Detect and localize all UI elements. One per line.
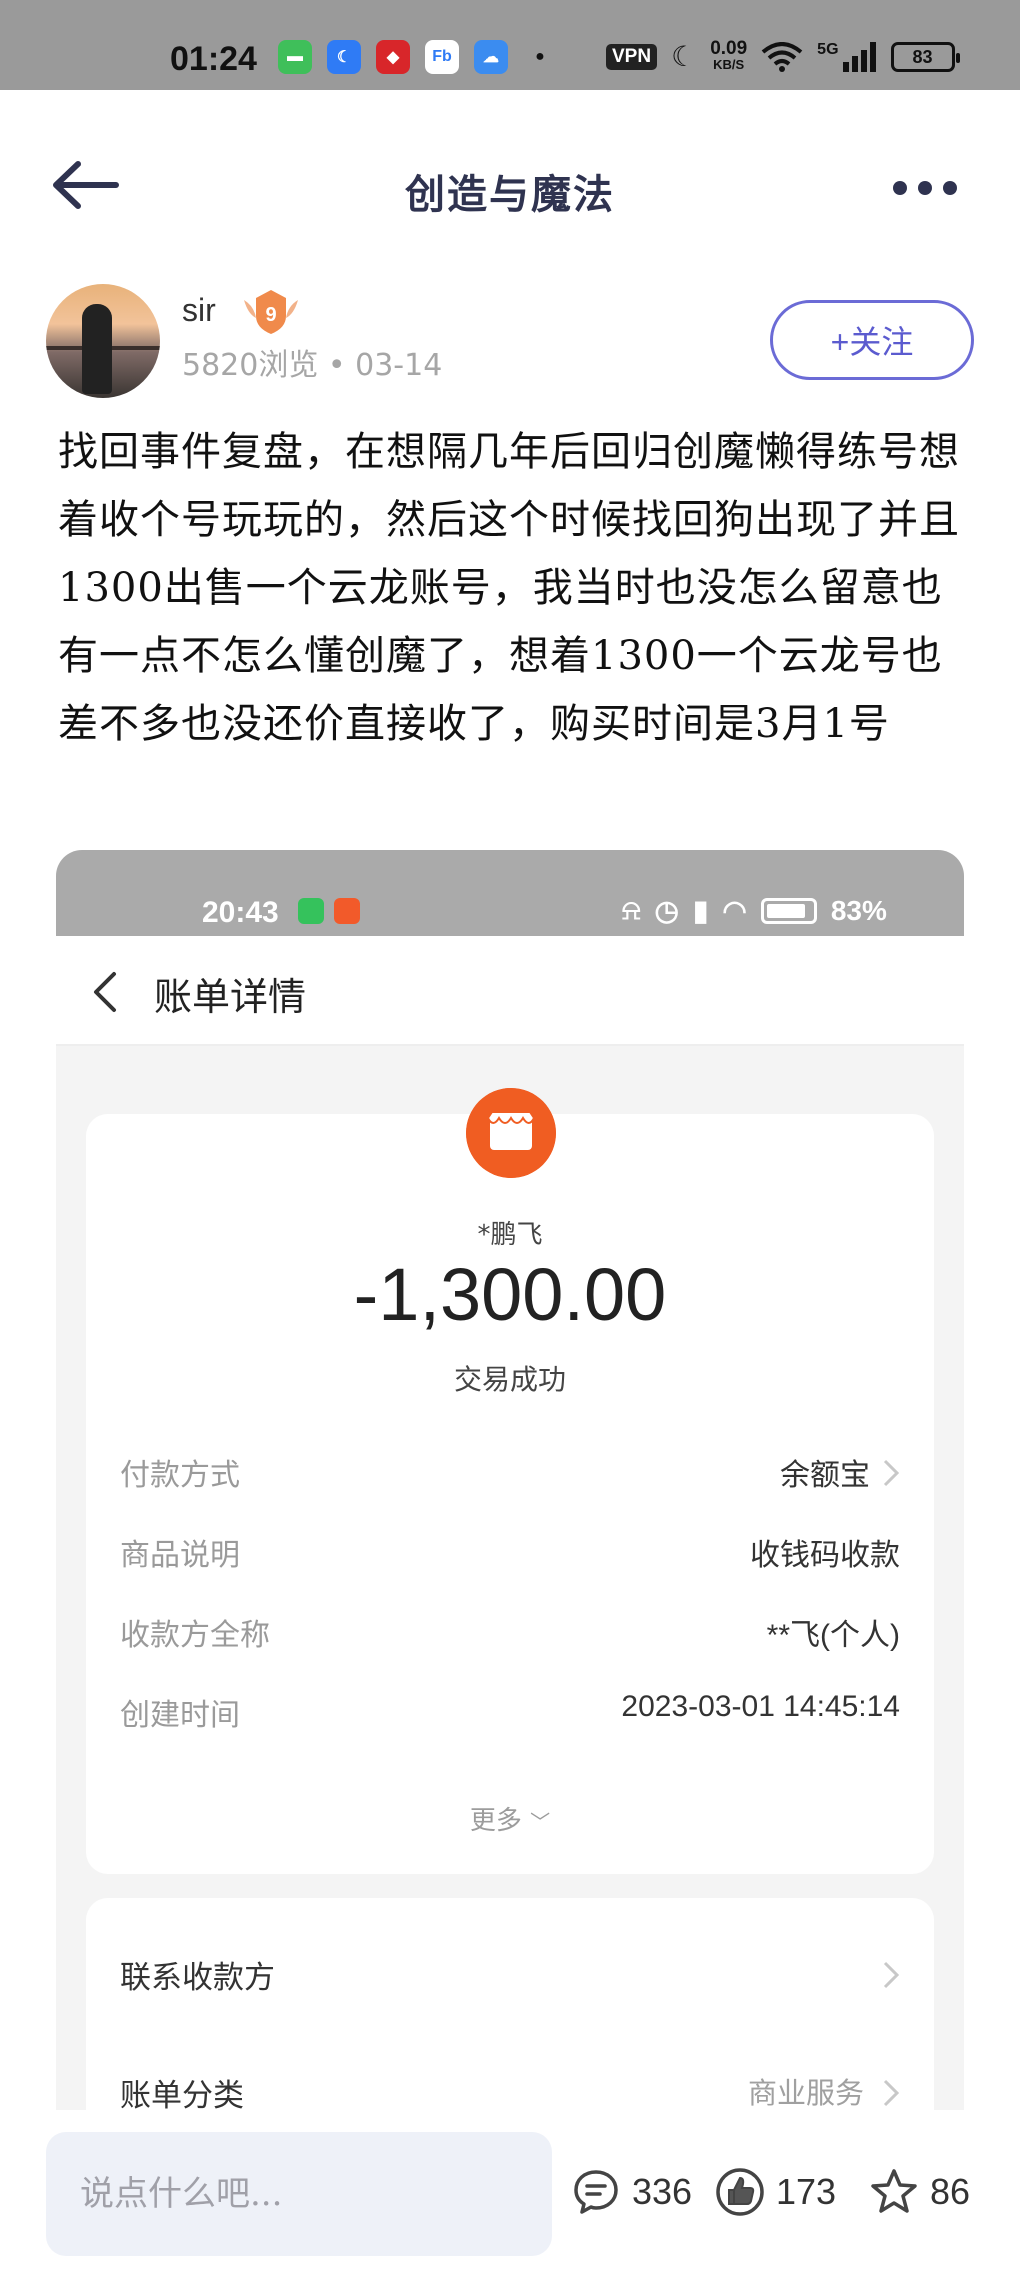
more-link: 更多 ﹀ [86,1800,934,1837]
signal-type: 5G [817,40,839,58]
post-image[interactable]: 20:43 ⍾ ◷ ▮ ◠ 83% 账单详情 *鹏飞 -1,300.00 交易成… [56,850,964,2110]
bill-category-value: 商业服务 [747,2076,864,2110]
bill-category-row: 账单分类 商业服务 [120,2070,900,2110]
status-app-icons: ▬ ☾ ◆ Fb ☁ ● [278,40,557,74]
embedded-nav-title: 账单详情 [154,975,307,1019]
post-meta: 5820浏览 • 03-14 [182,348,443,383]
embedded-battery-level: 83% [830,894,887,926]
mute-bell-icon: ⍾ [622,894,641,925]
level-badge-icon: 9 [244,290,298,334]
news-app-icon: ◆ [376,40,410,74]
status-indicators: VPN ☾ 0.09 KB/S 5G 83 [606,37,960,73]
chevron-down-icon: ﹀ [530,1810,551,1834]
like-button[interactable]: 173 [714,2162,836,2222]
embedded-status-bar: 20:43 ⍾ ◷ ▮ ◠ 83% [56,850,964,936]
speed-value: 0.09 [710,37,748,59]
detail-value: **飞(个人) [766,1619,900,1652]
payee-name: *鹏飞 [477,1220,543,1250]
message-app-icon: ▬ [278,40,312,74]
do-not-disturb-icon: ☾ [671,41,697,72]
payment-amount: -1,300.00 [353,1253,667,1336]
more-options-icon[interactable] [890,178,960,198]
status-time: 01:24 [170,40,257,78]
embedded-signal-icon: ▮ [692,895,709,926]
battery-icon: 83 [890,41,960,72]
page-title: 创造与魔法 [405,171,615,218]
chevron-right-icon [883,1961,900,1989]
embedded-nav: 账单详情 [56,936,964,1046]
avatar[interactable] [46,284,160,398]
detail-label: 商品说明 [120,1538,240,1573]
favorite-count: 86 [930,2171,971,2212]
embedded-battery-icon [760,897,817,924]
detail-label: 付款方式 [120,1458,240,1493]
comment-input[interactable] [46,2132,552,2256]
detail-label: 创建时间 [120,1698,240,1733]
favorite-button[interactable]: 86 [868,2162,970,2222]
star-icon [871,2169,917,2213]
embedded-back-icon [94,972,116,1012]
speed-unit: KB/S [713,56,745,72]
detail-row-payment-method: 付款方式 余额宝 [120,1450,900,1500]
signal-icon [842,41,876,72]
moon-app-icon: ☾ [327,40,361,74]
post-text: 找回事件复盘，在想隔几年后回归创魔懒得练号想着收个号玩玩的，然后这个时候找回狗出… [58,429,960,747]
transaction-status: 交易成功 [453,1363,566,1396]
network-speed: 0.09 KB/S [710,37,748,73]
detail-value: 收钱码收款 [750,1539,900,1572]
fb-app-icon: Fb [425,40,459,74]
detail-row-created-time: 创建时间 2023-03-01 14:45:14 [120,1690,900,1740]
comment-count-button[interactable]: 336 [570,2162,692,2222]
detail-row-item-description: 商品说明 收钱码收款 [120,1530,900,1580]
contact-payee-row: 联系收款方 [120,1952,900,2002]
like-count: 173 [776,2171,837,2212]
comment-icon [574,2170,618,2214]
alarm-icon: ◷ [654,895,679,926]
more-label: 更多 [469,1806,522,1836]
bottom-bar: 336 173 86 [0,2110,1020,2278]
embedded-wifi-icon: ◠ [722,895,747,926]
chevron-right-icon [883,1459,900,1487]
wifi-icon [761,41,803,72]
detail-value: 余额宝 [780,1459,870,1492]
video-app-icon [334,898,360,924]
battery-level: 83 [912,46,933,67]
top-nav: 创造与魔法 [0,90,1020,280]
author-name[interactable]: sir [182,292,216,329]
thumbs-up-icon [716,2168,764,2216]
detail-value: 2023-03-01 14:45:14 [621,1690,900,1723]
detail-row-payee-fullname: 收款方全称 **飞(个人) [120,1610,900,1660]
bill-actions-card: 联系收款方 账单分类 商业服务 [86,1898,934,2110]
chevron-right-icon [883,2079,900,2107]
bill-card: *鹏飞 -1,300.00 交易成功 付款方式 余额宝 商品说明 收钱码收款 收… [86,1088,934,1874]
wechat-icon [298,898,324,924]
shop-icon [466,1088,556,1178]
embedded-app-icons [298,898,360,924]
avatar-person [82,304,112,394]
detail-label: 收款方全称 [120,1618,270,1653]
embedded-status-indicators: ⍾ ◷ ▮ ◠ 83% [622,894,887,927]
status-bar: 01:24 ▬ ☾ ◆ Fb ☁ ● VPN ☾ 0.09 KB/S 5G 83 [0,0,1020,90]
fruit-app-icon: ● [535,48,545,65]
bill-category-label: 账单分类 [120,2078,244,2110]
follow-button[interactable]: +关注 [770,300,974,380]
comment-count: 336 [632,2171,693,2212]
author-row: sir 9 5820浏览 • 03-14 +关注 [0,280,1020,410]
level-number: 9 [265,304,276,326]
embedded-status-time: 20:43 [202,896,279,929]
vpn-badge: VPN [606,43,658,70]
contact-payee-label: 联系收款方 [120,1960,275,1996]
cloud-app-icon: ☁ [474,40,508,74]
